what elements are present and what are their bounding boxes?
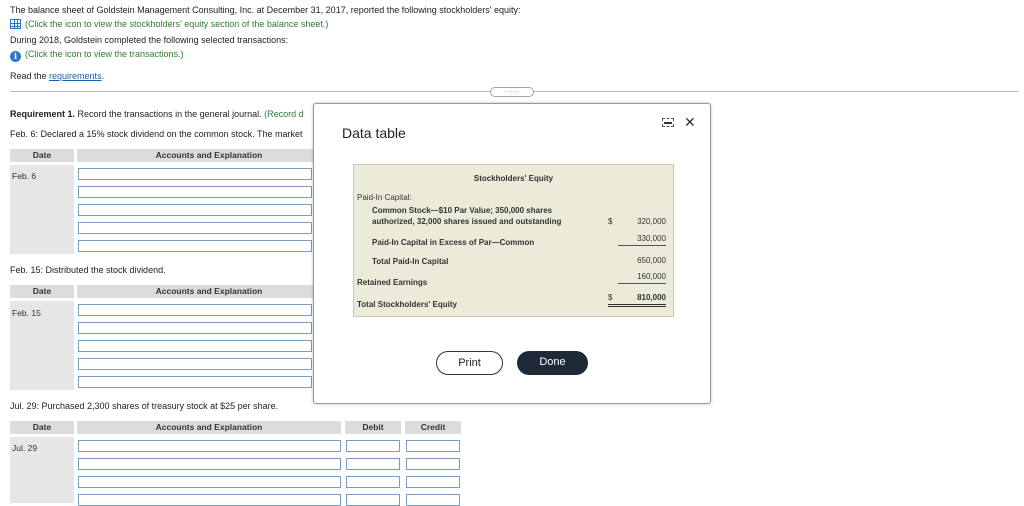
table-icon[interactable] [10, 19, 21, 29]
retained-earnings-value: 160,000 [637, 272, 666, 281]
apic-label: Paid-In Capital in Excess of Par—Common [372, 238, 535, 247]
total-paid-in-capital-label: Total Paid-In Capital [372, 257, 449, 266]
requirement-hint: (Record d [264, 109, 304, 119]
common-stock-label-1: Common Stock—$10 Par Value; 350,000 shar… [372, 206, 553, 215]
jul29-description: Jul. 29: Purchased 2,300 shares of treas… [10, 401, 279, 411]
date-jul29: Jul. 29 [12, 443, 38, 453]
requirements-link[interactable]: requirements [49, 71, 102, 81]
debit-input[interactable] [346, 458, 400, 470]
info-icon[interactable]: i [10, 51, 21, 62]
date-feb15: Feb. 15 [12, 308, 41, 318]
account-input[interactable] [78, 340, 312, 352]
equity-link-text[interactable]: (Click the icon to view the stockholders… [25, 19, 328, 29]
data-table-dialog: Data table ✕ Stockholders' Equity Paid-I… [313, 103, 711, 404]
account-input[interactable] [78, 458, 341, 470]
account-input[interactable] [78, 204, 312, 216]
intro-line-1: The balance sheet of Goldstein Managemen… [10, 5, 521, 15]
account-input[interactable] [78, 440, 341, 452]
done-button[interactable]: Done [517, 351, 588, 375]
credit-input[interactable] [406, 458, 460, 470]
date-header-1: Date [10, 149, 74, 162]
table-title: Stockholders' Equity [473, 174, 554, 183]
paid-in-capital-label: Paid-In Capital: [357, 193, 412, 202]
accounts-header-1: Accounts and Explanation [77, 149, 341, 162]
account-input[interactable] [78, 304, 312, 316]
double-underline [608, 304, 666, 307]
account-input[interactable] [78, 186, 312, 198]
debit-input[interactable] [346, 440, 400, 452]
transactions-link-text[interactable]: (Click the icon to view the transactions… [25, 49, 184, 59]
account-input[interactable] [78, 476, 341, 488]
common-stock-value: 320,000 [637, 217, 666, 226]
credit-input[interactable] [406, 476, 460, 488]
read-requirements: Read the requirements. [10, 71, 104, 81]
close-icon[interactable]: ✕ [684, 114, 696, 131]
credit-header: Credit [405, 421, 461, 434]
debit-input[interactable] [346, 494, 400, 506]
print-button[interactable]: Print [436, 351, 503, 375]
dollar-sign: $ [608, 293, 613, 302]
total-stockholders-equity-value: 810,000 [637, 293, 666, 302]
minimize-icon[interactable] [662, 118, 674, 127]
accounts-header-2: Accounts and Explanation [77, 285, 341, 298]
stockholders-equity-table: Stockholders' Equity Paid-In Capital: Co… [353, 164, 674, 317]
dialog-title: Data table [342, 125, 406, 141]
feb6-description: Feb. 6: Declared a 15% stock dividend on… [10, 129, 303, 139]
resize-grip[interactable]: ..... [490, 87, 534, 97]
retained-earnings-label: Retained Earnings [357, 278, 428, 287]
requirement-text: Record the transactions in the general j… [77, 109, 262, 119]
read-prefix: Read the [10, 71, 50, 81]
debit-input[interactable] [346, 476, 400, 488]
account-input[interactable] [78, 222, 312, 234]
equity-link-row[interactable]: (Click the icon to view the stockholders… [10, 19, 328, 29]
total-rule [618, 283, 666, 284]
credit-input[interactable] [406, 494, 460, 506]
credit-input[interactable] [406, 440, 460, 452]
date-header-2: Date [10, 285, 74, 298]
account-input[interactable] [78, 168, 312, 180]
account-input[interactable] [78, 494, 341, 506]
account-input[interactable] [78, 322, 312, 334]
feb15-description: Feb. 15: Distributed the stock dividend. [10, 265, 166, 275]
account-input[interactable] [78, 358, 312, 370]
transactions-link-row[interactable]: i (Click the icon to view the transaction… [10, 49, 184, 62]
common-stock-label-2: authorized, 32,000 shares issued and out… [372, 217, 562, 226]
requirement-label: Requirement 1. [10, 109, 76, 119]
total-paid-in-capital-value: 650,000 [637, 256, 666, 265]
subtotal-rule [618, 245, 666, 246]
apic-value: 330,000 [637, 234, 666, 243]
read-suffix: . [101, 71, 105, 81]
debit-header: Debit [345, 421, 401, 434]
intro-line-2: During 2018, Goldstein completed the fol… [10, 35, 289, 45]
date-feb6: Feb. 6 [12, 171, 37, 181]
accounts-header-3: Accounts and Explanation [77, 421, 341, 434]
account-input[interactable] [78, 240, 312, 252]
date-header-3: Date [10, 421, 74, 434]
total-stockholders-equity-label: Total Stockholders' Equity [357, 300, 457, 309]
account-input[interactable] [78, 376, 312, 388]
requirement-heading: Requirement 1. Record the transactions i… [10, 109, 304, 119]
dollar-sign: $ [608, 217, 613, 226]
